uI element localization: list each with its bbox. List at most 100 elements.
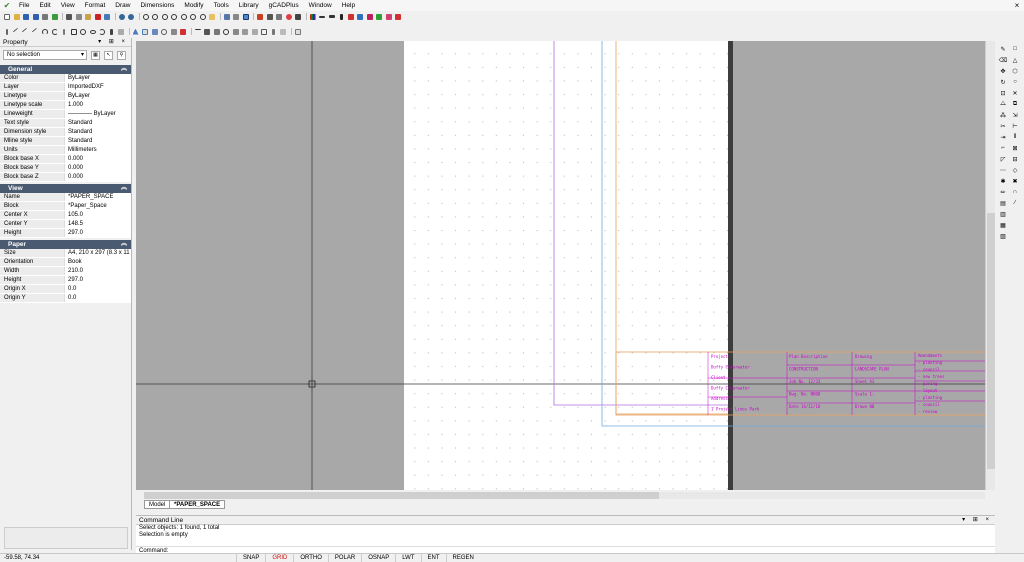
layer-2-icon[interactable]: ▥ bbox=[999, 210, 1007, 218]
property-value[interactable]: 1.000 bbox=[64, 101, 131, 109]
property-value[interactable]: 297.0 bbox=[64, 229, 131, 237]
section-paper-header[interactable]: Paper ︽ bbox=[0, 240, 131, 249]
region-icon[interactable] bbox=[117, 28, 125, 36]
rectangle-icon[interactable]: □ bbox=[1011, 45, 1019, 53]
selection-dropdown[interactable]: No selection bbox=[3, 50, 87, 60]
copy-icon[interactable] bbox=[75, 13, 83, 21]
lengthen-icon[interactable]: ⊢ bbox=[1011, 122, 1019, 130]
regen-toggle[interactable]: REGEN bbox=[445, 553, 480, 562]
property-value[interactable]: 0.0 bbox=[64, 294, 131, 302]
lwt-toggle[interactable]: LWT bbox=[395, 553, 420, 562]
save-icon[interactable] bbox=[22, 13, 30, 21]
edit-polyline-icon[interactable]: ◇ bbox=[1011, 166, 1019, 174]
new-file-icon[interactable] bbox=[3, 13, 11, 21]
copy-icon[interactable]: ⧉ bbox=[1011, 100, 1019, 108]
properties-panel-icon[interactable] bbox=[294, 28, 302, 36]
gcad-tool-4-icon[interactable] bbox=[394, 13, 402, 21]
gcad-tool-2-icon[interactable] bbox=[375, 13, 383, 21]
property-value[interactable]: Standard bbox=[64, 128, 131, 136]
linetype-icon[interactable] bbox=[318, 13, 326, 21]
zoom-window-icon[interactable] bbox=[170, 13, 178, 21]
move-icon[interactable]: ✥ bbox=[999, 67, 1007, 75]
extend-icon[interactable]: ⇥ bbox=[999, 133, 1007, 141]
panel-controls-icon[interactable]: ▾ ⊞ × bbox=[962, 516, 995, 524]
grid-snap-icon[interactable] bbox=[141, 28, 149, 36]
break-icon[interactable]: ⋯ bbox=[999, 166, 1007, 174]
property-value[interactable]: Book bbox=[64, 258, 131, 266]
endpoint-snap-icon[interactable] bbox=[179, 28, 187, 36]
triangle-icon[interactable]: △ bbox=[1011, 56, 1019, 64]
rotate-icon[interactable]: ↻ bbox=[999, 78, 1007, 86]
gcad-tool-1-icon[interactable] bbox=[366, 13, 374, 21]
property-value[interactable]: Standard bbox=[64, 137, 131, 145]
property-row[interactable]: Origin Y 0.0 bbox=[0, 294, 131, 303]
ellipse-icon[interactable] bbox=[89, 28, 97, 36]
property-value[interactable]: 105.0 bbox=[64, 211, 131, 219]
edit-tool-icon[interactable]: ✎ bbox=[999, 45, 1007, 53]
scale-icon[interactable] bbox=[232, 28, 240, 36]
brush-icon[interactable]: ∕ bbox=[1011, 199, 1019, 207]
vertical-scroll-thumb[interactable] bbox=[987, 213, 995, 469]
property-value[interactable]: 0.000 bbox=[64, 155, 131, 163]
cut-icon[interactable] bbox=[65, 13, 73, 21]
join-icon[interactable]: ⊠ bbox=[1011, 144, 1019, 152]
property-value[interactable]: Standard bbox=[64, 119, 131, 127]
point-filter-icon[interactable] bbox=[160, 28, 168, 36]
menu-help[interactable]: Help bbox=[337, 0, 360, 11]
snap-toggle[interactable]: SNAP bbox=[236, 553, 265, 562]
layout-icon[interactable] bbox=[242, 13, 250, 21]
collapse-chevron-icon[interactable]: ︽ bbox=[121, 184, 127, 193]
property-row[interactable]: Mline style Standard bbox=[0, 137, 131, 146]
break-icon[interactable] bbox=[270, 28, 278, 36]
property-value[interactable]: *Paper_Space bbox=[64, 202, 131, 210]
menu-format[interactable]: Format bbox=[80, 0, 111, 11]
pointer-icon[interactable] bbox=[3, 28, 11, 36]
property-value[interactable]: A4, 210 x 297 (8.3 x 11 bbox=[64, 249, 131, 257]
block-icon[interactable] bbox=[256, 13, 264, 21]
zoom-out-icon[interactable] bbox=[161, 13, 169, 21]
menu-tools[interactable]: Tools bbox=[209, 0, 234, 11]
horizontal-scrollbar[interactable] bbox=[144, 492, 985, 499]
offset-icon[interactable]: ⫴ bbox=[1011, 133, 1019, 141]
property-value[interactable]: 148.5 bbox=[64, 220, 131, 228]
layer-4-icon[interactable]: ▧ bbox=[999, 232, 1007, 240]
magnet-icon[interactable]: ∩ bbox=[1011, 188, 1019, 196]
image-icon[interactable] bbox=[285, 13, 293, 21]
property-row[interactable]: Dimension style Standard bbox=[0, 128, 131, 137]
property-row[interactable]: Orientation Book bbox=[0, 258, 131, 267]
redo-icon[interactable] bbox=[127, 13, 135, 21]
fillet-icon[interactable]: ⌐ bbox=[999, 144, 1007, 152]
hatch-icon[interactable] bbox=[294, 13, 302, 21]
collapse-chevron-icon[interactable]: ︽ bbox=[121, 240, 127, 249]
curve-icon[interactable] bbox=[98, 28, 106, 36]
property-value[interactable]: *PAPER_SPACE bbox=[64, 193, 131, 201]
property-row[interactable]: Block *Paper_Space bbox=[0, 202, 131, 211]
drawing-canvas[interactable]: Project Duffy Clearwater Client Duffy Clear… bbox=[136, 41, 995, 490]
property-row[interactable]: Block base Y 0.000 bbox=[0, 164, 131, 173]
layer-states-icon[interactable] bbox=[232, 13, 240, 21]
menu-gcadplus[interactable]: gCADPlus bbox=[264, 0, 304, 11]
property-row[interactable]: Size A4, 210 x 297 (8.3 x 11 bbox=[0, 249, 131, 258]
line-icon[interactable] bbox=[12, 27, 21, 36]
menu-file[interactable]: File bbox=[14, 0, 34, 11]
property-row[interactable]: Lineweight ———— ByLayer bbox=[0, 110, 131, 119]
dimension-linear-icon[interactable] bbox=[194, 28, 202, 36]
menu-library[interactable]: Library bbox=[234, 0, 264, 11]
property-value[interactable]: 210.0 bbox=[64, 267, 131, 275]
move-icon[interactable] bbox=[203, 28, 211, 36]
property-value[interactable]: ———— ByLayer bbox=[64, 110, 131, 118]
layer-3-icon[interactable]: ▦ bbox=[999, 221, 1007, 229]
property-value[interactable]: 0.000 bbox=[64, 173, 131, 181]
menu-draw[interactable]: Draw bbox=[110, 0, 135, 11]
delete-red-icon[interactable]: ✖ bbox=[1011, 177, 1019, 185]
open-folder-icon[interactable] bbox=[13, 13, 21, 21]
tab-model[interactable]: Model bbox=[144, 500, 171, 509]
menu-window[interactable]: Window bbox=[304, 0, 337, 11]
explode-icon[interactable]: ✱ bbox=[999, 177, 1007, 185]
property-value[interactable]: ByLayer bbox=[64, 74, 131, 82]
property-value[interactable]: Millimeters bbox=[64, 146, 131, 154]
select-objects-icon[interactable]: ↖ bbox=[104, 50, 113, 60]
property-row[interactable]: Center X 105.0 bbox=[0, 211, 131, 220]
undo-icon[interactable] bbox=[118, 13, 126, 21]
property-value[interactable]: ImportedDXF bbox=[64, 83, 131, 91]
